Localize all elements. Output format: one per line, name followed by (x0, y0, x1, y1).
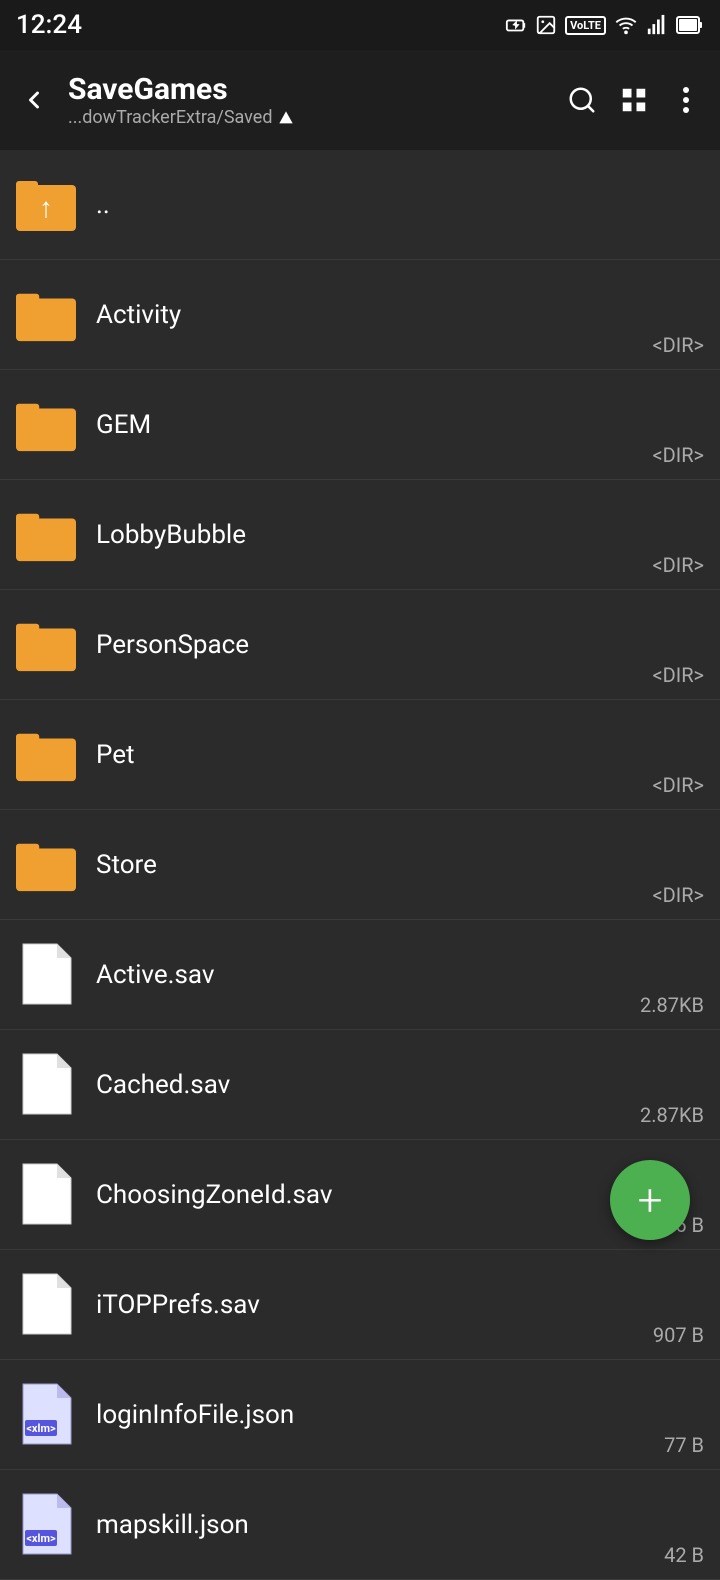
file-size: 907 B (653, 1323, 704, 1347)
app-title: SaveGames (68, 72, 548, 107)
folder-icon (16, 610, 76, 680)
more-button[interactable] (664, 78, 708, 122)
file-size: <DIR> (652, 663, 704, 687)
file-list: ↑ .. Activity <DIR> GEM <DIR> (0, 150, 720, 1580)
back-button[interactable] (12, 78, 56, 122)
list-item[interactable]: Store <DIR> (0, 810, 720, 920)
list-item[interactable]: <xlm> loginInfoFile.json 77 B (0, 1360, 720, 1470)
file-size: 42 B (664, 1543, 704, 1567)
signal-icon (646, 14, 668, 36)
file-doc-icon (16, 1270, 76, 1340)
file-size: <DIR> (652, 773, 704, 797)
file-name: iTOPPrefs.sav (96, 1290, 704, 1320)
volte-badge: VoLTE (565, 16, 606, 35)
list-item[interactable]: Activity <DIR> (0, 260, 720, 370)
add-icon: + (638, 1178, 663, 1222)
app-bar-actions (560, 78, 708, 122)
list-item[interactable]: ↑ .. (0, 150, 720, 260)
list-item[interactable]: Pet <DIR> (0, 700, 720, 810)
list-item[interactable]: LobbyBubble <DIR> (0, 480, 720, 590)
file-doc-icon (16, 1160, 76, 1230)
svg-text:<xlm>: <xlm> (26, 1422, 56, 1435)
wifi-icon (614, 14, 638, 36)
search-button[interactable] (560, 78, 604, 122)
file-name: loginInfoFile.json (96, 1400, 704, 1430)
file-size: 77 B (664, 1433, 704, 1457)
list-item[interactable]: Active.sav 2.87KB (0, 920, 720, 1030)
app-subtitle: ...dowTrackerExtra/Saved (68, 107, 548, 128)
status-icons: VoLTE (505, 14, 704, 36)
list-item[interactable]: PersonSpace <DIR> (0, 590, 720, 700)
folder-icon (16, 390, 76, 460)
folder-icon (16, 720, 76, 790)
add-button[interactable]: + (610, 1160, 690, 1240)
status-bar: 12:24 VoLTE (0, 0, 720, 50)
file-size: 2.87KB (640, 1103, 704, 1127)
file-name: mapskill.json (96, 1510, 704, 1540)
file-size: <DIR> (652, 553, 704, 577)
file-name: Pet (96, 740, 704, 770)
file-name: GEM (96, 410, 704, 440)
list-item[interactable]: iTOPPrefs.sav 907 B (0, 1250, 720, 1360)
list-item[interactable]: GEM <DIR> (0, 370, 720, 480)
app-bar: SaveGames ...dowTrackerExtra/Saved (0, 50, 720, 150)
grid-button[interactable] (612, 78, 656, 122)
file-doc-icon (16, 940, 76, 1010)
file-size: 2.87KB (640, 993, 704, 1017)
status-time: 12:24 (16, 10, 82, 40)
svg-text:<xlm>: <xlm> (26, 1532, 56, 1545)
file-size: <DIR> (652, 443, 704, 467)
list-item[interactable]: Cached.sav 2.87KB (0, 1030, 720, 1140)
folder-icon (16, 500, 76, 570)
file-xml-icon: <xlm> (16, 1380, 76, 1450)
list-item[interactable]: <xlm> mapskill.json 42 B (0, 1470, 720, 1580)
file-name: Store (96, 850, 704, 880)
image-icon (535, 14, 557, 36)
file-name: PersonSpace (96, 630, 704, 660)
svg-text:↑: ↑ (39, 191, 53, 224)
file-name: Cached.sav (96, 1070, 704, 1100)
file-size: <DIR> (652, 883, 704, 907)
parent-folder-icon: ↑ (16, 170, 76, 240)
file-name: LobbyBubble (96, 520, 704, 550)
folder-icon (16, 830, 76, 900)
file-doc-icon (16, 1050, 76, 1120)
battery-full-icon (676, 14, 704, 36)
battery-charging-icon (505, 14, 527, 36)
file-name: Active.sav (96, 960, 704, 990)
title-block: SaveGames ...dowTrackerExtra/Saved (68, 72, 548, 128)
file-xml-icon: <xlm> (16, 1490, 76, 1560)
file-size: <DIR> (652, 333, 704, 357)
file-name: .. (96, 190, 704, 220)
file-name: Activity (96, 300, 704, 330)
folder-icon (16, 280, 76, 350)
